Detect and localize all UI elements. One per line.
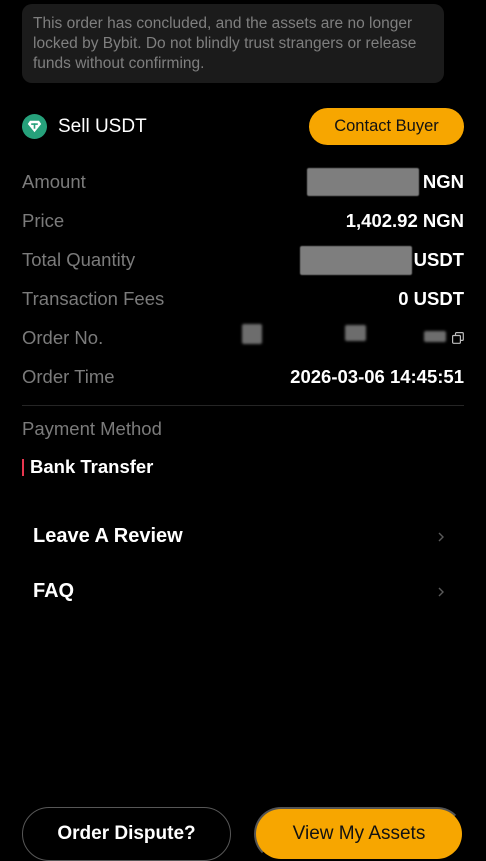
notice-text: This order has concluded, and the assets… bbox=[33, 15, 417, 72]
amount-currency: NGN bbox=[422, 171, 464, 192]
order-time-label: Order Time bbox=[22, 366, 115, 387]
total-quantity-label: Total Quantity bbox=[22, 249, 136, 270]
quantity-currency: USDT bbox=[413, 249, 464, 270]
contact-buyer-button[interactable]: Contact Buyer bbox=[309, 108, 464, 145]
price-row: Price 1,402.92 NGN bbox=[22, 206, 464, 236]
leave-review-link[interactable]: Leave A Review bbox=[33, 518, 445, 554]
amount-value: NGN bbox=[306, 168, 464, 196]
redacted-amount bbox=[306, 168, 419, 196]
amount-label: Amount bbox=[22, 171, 86, 192]
redacted-quantity bbox=[299, 245, 412, 275]
transaction-fees-row: Transaction Fees 0 USDT bbox=[22, 284, 464, 314]
chevron-right-icon bbox=[437, 530, 445, 542]
redacted-order-no bbox=[22, 323, 464, 353]
redaction-blob bbox=[345, 325, 366, 341]
order-type: Sell USDT bbox=[22, 114, 147, 139]
order-type-label: Sell USDT bbox=[58, 115, 147, 137]
order-time-row: Order Time 2026-03-06 14:45:51 bbox=[22, 362, 464, 392]
price-value: 1,402.92 NGN bbox=[345, 210, 464, 231]
leave-review-label: Leave A Review bbox=[33, 524, 183, 547]
order-time-value: 2026-03-06 14:45:51 bbox=[290, 366, 464, 387]
chevron-right-icon bbox=[437, 585, 445, 597]
tether-icon bbox=[22, 114, 47, 139]
redaction-blob bbox=[242, 324, 262, 344]
total-quantity-value: USDT bbox=[299, 245, 464, 275]
amount-row: Amount NGN bbox=[22, 167, 464, 197]
faq-link[interactable]: FAQ bbox=[33, 573, 445, 609]
order-concluded-notice: This order has concluded, and the assets… bbox=[22, 4, 444, 83]
copy-icon[interactable] bbox=[452, 331, 464, 344]
order-dispute-button[interactable]: Order Dispute? bbox=[22, 807, 231, 861]
redaction-blob bbox=[424, 331, 446, 342]
transaction-fees-label: Transaction Fees bbox=[22, 288, 165, 309]
payment-method-marker bbox=[22, 458, 24, 476]
payment-method-value: Bank Transfer bbox=[22, 456, 153, 478]
divider bbox=[22, 405, 464, 406]
payment-method-text: Bank Transfer bbox=[30, 456, 154, 477]
payment-method-label: Payment Method bbox=[22, 418, 162, 439]
order-no-row: Order No. bbox=[22, 323, 464, 353]
transaction-fees-value: 0 USDT bbox=[398, 288, 464, 309]
total-quantity-row: Total Quantity USDT bbox=[22, 245, 464, 275]
faq-label: FAQ bbox=[33, 579, 75, 602]
price-label: Price bbox=[22, 210, 65, 231]
view-my-assets-button[interactable]: View My Assets bbox=[254, 807, 464, 861]
